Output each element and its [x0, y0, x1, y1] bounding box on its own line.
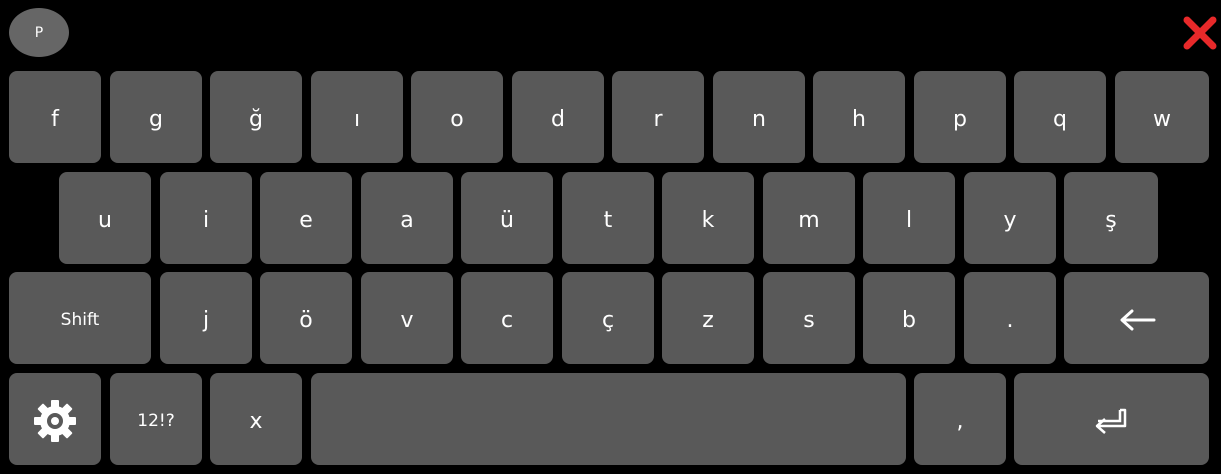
key-c[interactable]: c	[461, 272, 553, 364]
key-a[interactable]: a	[361, 172, 453, 264]
key-n[interactable]: n	[713, 71, 805, 163]
profile-badge[interactable]: P	[9, 8, 69, 57]
key-k[interactable]: k	[662, 172, 754, 264]
key-g-breve[interactable]: ğ	[210, 71, 302, 163]
key-h[interactable]: h	[813, 71, 905, 163]
key-i[interactable]: i	[160, 172, 252, 264]
backspace-key[interactable]	[1064, 272, 1209, 364]
key-e[interactable]: e	[260, 172, 352, 264]
key-comma[interactable]: ,	[914, 373, 1006, 465]
key-y[interactable]: y	[964, 172, 1056, 264]
key-u[interactable]: u	[59, 172, 151, 264]
key-w[interactable]: w	[1115, 71, 1209, 163]
key-x[interactable]: x	[210, 373, 302, 465]
key-dotless-i[interactable]: ı	[311, 71, 403, 163]
key-s[interactable]: s	[763, 272, 855, 364]
key-p[interactable]: p	[914, 71, 1006, 163]
enter-key[interactable]	[1014, 373, 1209, 465]
close-icon[interactable]	[1183, 16, 1217, 50]
settings-key[interactable]	[9, 373, 101, 465]
key-o[interactable]: o	[411, 71, 503, 163]
key-s-cedilla[interactable]: ş	[1064, 172, 1158, 264]
key-l[interactable]: l	[863, 172, 955, 264]
enter-return-icon	[1095, 408, 1126, 434]
key-f[interactable]: f	[9, 71, 101, 163]
gear-icon	[34, 400, 76, 442]
key-g[interactable]: g	[110, 71, 202, 163]
space-key[interactable]	[311, 373, 906, 465]
key-period[interactable]: .	[964, 272, 1056, 364]
shift-key[interactable]: Shift	[9, 272, 151, 364]
key-m[interactable]: m	[763, 172, 855, 264]
key-d[interactable]: d	[512, 71, 604, 163]
key-r[interactable]: r	[612, 71, 704, 163]
key-t[interactable]: t	[562, 172, 654, 264]
key-v[interactable]: v	[361, 272, 453, 364]
key-o-umlaut[interactable]: ö	[260, 272, 352, 364]
key-c-cedilla[interactable]: ç	[562, 272, 654, 364]
key-u-umlaut[interactable]: ü	[461, 172, 553, 264]
key-q[interactable]: q	[1014, 71, 1106, 163]
numbers-key[interactable]: 12!?	[110, 373, 202, 465]
key-j[interactable]: j	[160, 272, 252, 364]
arrow-left-icon	[1120, 309, 1155, 331]
key-z[interactable]: z	[662, 272, 754, 364]
key-b[interactable]: b	[863, 272, 955, 364]
